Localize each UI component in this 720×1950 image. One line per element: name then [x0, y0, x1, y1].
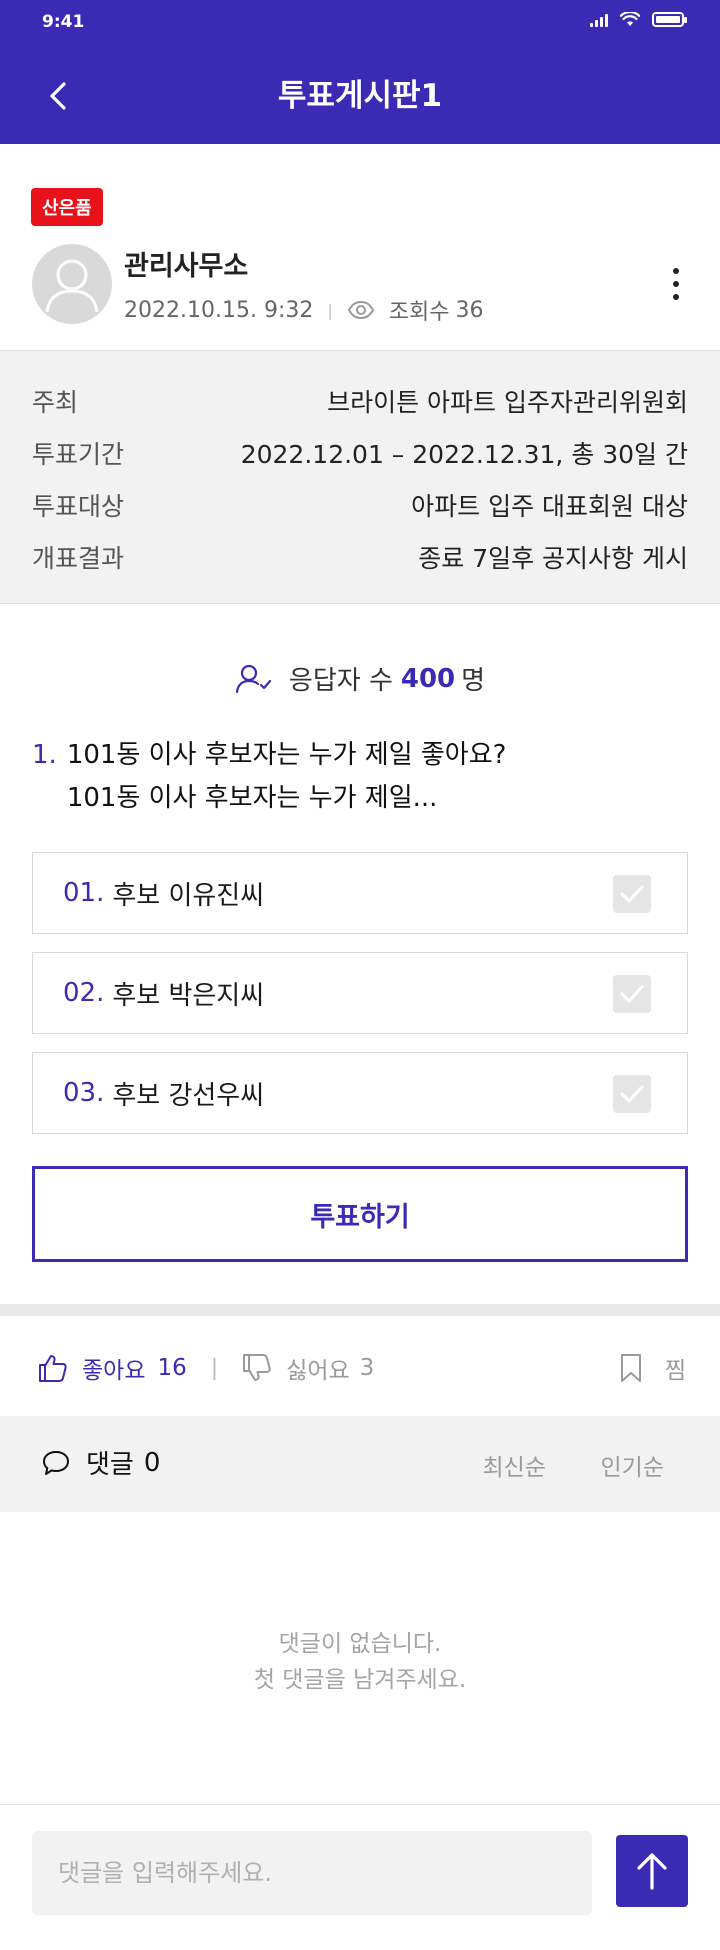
status-icons — [590, 12, 687, 27]
dislike-button[interactable]: 싫어요 3 — [242, 1351, 374, 1385]
vote-option-2[interactable]: 02. 후보 박은지씨 — [32, 952, 688, 1034]
check-icon — [620, 985, 644, 1003]
info-value: 아파트 입주 대표회원 대상 — [411, 492, 688, 521]
info-row-period: 투표기간 2022.12.01 – 2022.12.31, 총 30일 간 — [32, 433, 688, 473]
wifi-icon — [620, 12, 640, 26]
like-button[interactable]: 좋아요 16 — [38, 1351, 187, 1385]
comments-count: 0 — [143, 1447, 161, 1478]
option-checkbox[interactable] — [613, 1075, 651, 1113]
eye-icon — [347, 300, 375, 320]
meta-divider: | — [327, 300, 333, 320]
empty-line2: 첫 댓글을 남겨주세요. — [253, 1667, 467, 1693]
option-label: 후보 박은지씨 — [112, 980, 265, 1011]
comment-input[interactable] — [32, 1831, 592, 1915]
user-check-icon — [235, 664, 273, 694]
app-header: 9:41 투표게시판1 — [0, 0, 720, 144]
question-line1: 101동 이사 후보자는 누가 제일 좋아요? — [66, 740, 507, 770]
like-label: 좋아요 — [82, 1358, 146, 1384]
check-icon — [620, 885, 644, 903]
option-label: 후보 강선우씨 — [112, 1080, 265, 1111]
info-value: 브라이튼 아파트 입주자관리위원회 — [327, 388, 688, 417]
status-time: 9:41 — [42, 12, 85, 32]
author-name: 관리사무소 — [124, 251, 249, 282]
reactions-bar: 좋아요 16 | 싫어요 3 — [38, 1346, 374, 1390]
option-checkbox[interactable] — [613, 975, 651, 1013]
dislike-count: 3 — [359, 1355, 375, 1381]
vote-question: 1. 101동 이사 후보자는 누가 제일 좋아요? 101동 이사 후보자는 … — [32, 734, 506, 820]
dislike-label: 싫어요 — [286, 1358, 350, 1384]
section-divider — [0, 1304, 720, 1316]
comments-header: 댓글 0 최신순 인기순 — [0, 1416, 720, 1512]
info-key: 주최 — [32, 388, 79, 417]
battery-icon — [652, 12, 687, 27]
info-row-result: 개표결과 종료 7일후 공지사항 게시 — [32, 537, 688, 577]
question-line2: 101동 이사 후보자는 누가 제일... — [66, 783, 438, 813]
bookmark-label: 찜 — [664, 1358, 686, 1384]
info-key: 투표대상 — [32, 492, 125, 521]
thumbs-down-icon — [242, 1353, 272, 1383]
bookmark-icon — [619, 1353, 643, 1383]
post-datetime: 2022.10.15. 9:32 — [124, 297, 314, 323]
info-row-target: 투표대상 아파트 입주 대표회원 대상 — [32, 485, 688, 525]
vote-option-1[interactable]: 01. 후보 이유진씨 — [32, 852, 688, 934]
info-row-host: 주최 브라이튼 아파트 입주자관리위원회 — [32, 381, 688, 421]
info-key: 개표결과 — [32, 544, 125, 573]
info-key: 투표기간 — [32, 440, 125, 469]
check-icon — [620, 1085, 644, 1103]
responders-unit: 명 — [461, 666, 486, 696]
option-number: 02. — [63, 978, 105, 1008]
option-checkbox[interactable] — [613, 875, 651, 913]
category-badge: 산은품 — [31, 188, 103, 226]
signal-icon — [590, 13, 608, 27]
comment-input-bar — [0, 1804, 720, 1950]
speech-bubble-icon — [42, 1450, 70, 1476]
option-number: 01. — [63, 878, 105, 908]
sort-popular-tab[interactable]: 인기순 — [601, 1448, 664, 1482]
views-count: 36 — [455, 297, 484, 323]
vote-info-box: 주최 브라이튼 아파트 입주자관리위원회 투표기간 2022.12.01 – 2… — [0, 350, 720, 604]
avatar — [32, 244, 112, 324]
question-number: 1. — [32, 740, 57, 770]
like-count: 16 — [157, 1355, 187, 1381]
info-value: 2022.12.01 – 2022.12.31, 총 30일 간 — [240, 440, 688, 469]
more-options-button[interactable] — [666, 264, 686, 304]
empty-line1: 댓글이 없습니다. — [278, 1631, 442, 1657]
thumbs-up-icon — [38, 1353, 68, 1383]
comments-label: 댓글 — [86, 1450, 134, 1480]
responders-number: 400 — [400, 663, 456, 694]
user-placeholder-icon — [45, 259, 99, 313]
send-comment-button[interactable] — [616, 1835, 688, 1907]
vote-option-3[interactable]: 03. 후보 강선우씨 — [32, 1052, 688, 1134]
option-number: 03. — [63, 1078, 105, 1108]
more-dot-icon — [673, 268, 679, 274]
info-value: 종료 7일후 공지사항 게시 — [418, 544, 688, 573]
comments-title: 댓글 0 — [42, 1444, 160, 1481]
views-label: 조회수 — [388, 300, 450, 325]
bookmark-button[interactable]: 찜 — [619, 1346, 686, 1390]
sort-latest-tab[interactable]: 최신순 — [483, 1448, 546, 1482]
post-meta: 2022.10.15. 9:32 | 조회수 36 — [124, 294, 483, 326]
responders-count: 응답자 수 400 명 — [0, 660, 720, 697]
more-dot-icon — [673, 294, 679, 300]
more-dot-icon — [673, 281, 679, 287]
responders-label: 응답자 수 — [288, 666, 393, 696]
page-title: 투표게시판1 — [277, 78, 443, 114]
arrow-up-icon — [637, 1853, 667, 1890]
option-label: 후보 이유진씨 — [112, 880, 265, 911]
vote-submit-button[interactable]: 투표하기 — [32, 1166, 688, 1262]
empty-comments-message: 댓글이 없습니다. 첫 댓글을 남겨주세요. — [0, 1626, 720, 1698]
reaction-divider: | — [210, 1355, 219, 1381]
